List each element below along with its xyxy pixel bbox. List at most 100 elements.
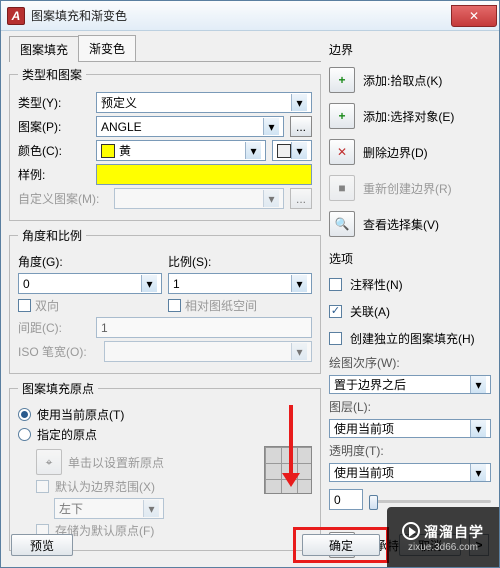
row-pattern: 图案(P): ANGLE ▾ ... (18, 116, 312, 137)
chevron-down-icon: ▾ (291, 94, 307, 111)
titlebar: A 图案填充和渐变色 ✕ (1, 1, 499, 31)
combo-trans-value: 使用当前项 (334, 464, 394, 481)
combo-draworder-value: 置于边界之后 (334, 376, 406, 393)
combo-draworder[interactable]: 置于边界之后 ▾ (329, 375, 491, 394)
combo-bgcolor[interactable]: ▾ (272, 140, 312, 161)
row-color: 颜色(C): 黄 ▾ ▾ (18, 140, 312, 161)
checkbox-icon (329, 332, 342, 345)
label-custom: 自定义图案(M): (18, 190, 108, 207)
label-relpaper: 相对图纸空间 (185, 297, 257, 314)
square-icon: ■ (338, 181, 345, 195)
checkbox-icon (329, 305, 342, 318)
chevron-down-icon: ▾ (143, 500, 159, 517)
dots-icon: ... (296, 192, 306, 206)
checkbox-icon (329, 278, 342, 291)
radio-current-origin[interactable]: 使用当前原点(T) (18, 406, 312, 423)
label-add-pick: 添加:拾取点(K) (363, 72, 442, 89)
chevron-down-icon: ▾ (263, 190, 279, 207)
combo-layer[interactable]: 使用当前项 ▾ (329, 419, 491, 438)
recreate-icon-button: ■ (329, 175, 355, 201)
chk-independent[interactable]: 创建独立的图案填充(H) (329, 330, 491, 347)
checkbox-icon (168, 299, 181, 312)
ok-button[interactable]: 确定 (302, 534, 380, 556)
x-icon: ✕ (337, 145, 347, 159)
play-icon (402, 522, 420, 540)
label-del-bound: 删除边界(D) (363, 144, 428, 161)
label-scale: 比例(S): (168, 253, 312, 270)
label-independent: 创建独立的图案填充(H) (350, 330, 475, 347)
combo-scale[interactable]: 1 ▾ (168, 273, 312, 294)
label-type: 类型(Y): (18, 94, 90, 111)
section-boundary: 边界 (329, 37, 491, 58)
label-layer: 图层(L): (329, 398, 491, 415)
combo-pattern-value: ANGLE (101, 120, 142, 134)
group-origin: 图案填充原点 使用当前原点(T) 指定的原点 ⌖ 单击以设 (9, 380, 321, 551)
watermark-name: 溜溜自学 (424, 522, 484, 542)
app-icon: A (7, 7, 25, 25)
label-default-ext: 默认为边界范围(X) (55, 478, 155, 495)
chk-assoc[interactable]: 关联(A) (329, 303, 491, 320)
row-iso: ISO 笔宽(O): ▾ (18, 341, 312, 362)
row-gap: 间距(C): 1 (18, 317, 312, 338)
sample-swatch[interactable] (96, 164, 312, 185)
radio-icon (18, 428, 31, 441)
combo-ext-value: 左下 (59, 500, 83, 517)
combo-color[interactable]: 黄 ▾ (96, 140, 266, 161)
combo-type-value: 预定义 (101, 94, 137, 111)
trans-slider[interactable] (369, 500, 491, 503)
combo-pattern[interactable]: ANGLE ▾ (96, 116, 284, 137)
label-gap: 间距(C): (18, 319, 90, 336)
view-sel-icon-button: 🔍 (329, 211, 355, 237)
chevron-down-icon: ▾ (470, 420, 486, 437)
row-custom: 自定义图案(M): ▾ ... (18, 188, 312, 209)
btn-del-bound[interactable]: ✕ 删除边界(D) (329, 139, 491, 165)
origin-icon: ⌖ (46, 455, 53, 470)
label-trans: 透明度(T): (329, 442, 491, 459)
legend-origin: 图案填充原点 (18, 380, 98, 397)
btn-add-select[interactable]: + 添加:选择对象(E) (329, 103, 491, 129)
color-swatch-icon (101, 144, 115, 158)
combo-scale-value: 1 (173, 277, 180, 291)
left-panel: 图案填充 渐变色 类型和图案 类型(Y): 预定义 ▾ 图案(P): ANGLE (9, 35, 321, 527)
preview-button[interactable]: 预览 (11, 534, 73, 556)
chk-double-wrap[interactable]: 双向 (18, 297, 162, 314)
custom-browse-button: ... (290, 188, 312, 209)
bgcolor-swatch-icon (277, 144, 291, 158)
btn-add-pick[interactable]: + 添加:拾取点(K) (329, 67, 491, 93)
combo-layer-value: 使用当前项 (334, 420, 394, 437)
combo-iso: ▾ (104, 341, 312, 362)
combo-custom: ▾ (114, 188, 284, 209)
section-options: 选项 (329, 250, 491, 267)
chevron-down-icon: ▾ (470, 464, 486, 481)
chk-annotative[interactable]: 注释性(N) (329, 276, 491, 293)
label-specified: 指定的原点 (37, 426, 97, 443)
combo-type[interactable]: 预定义 ▾ (96, 92, 312, 113)
btn-view-sel[interactable]: 🔍 查看选择集(V) (329, 211, 491, 237)
tab-bar: 图案填充 渐变色 (9, 35, 321, 62)
chk-relpaper-wrap[interactable]: 相对图纸空间 (168, 297, 312, 314)
content-area: 图案填充 渐变色 类型和图案 类型(Y): 预定义 ▾ 图案(P): ANGLE (9, 35, 491, 527)
radio-specified-origin[interactable]: 指定的原点 (18, 426, 312, 443)
tab-hatch[interactable]: 图案填充 (9, 36, 79, 62)
input-gap: 1 (96, 317, 312, 338)
tab-gradient[interactable]: 渐变色 (78, 35, 136, 61)
combo-angle[interactable]: 0 ▾ (18, 273, 162, 294)
row-anglescale-labels: 角度(G): 比例(S): (18, 253, 312, 270)
dots-icon: ... (296, 120, 306, 134)
origin-sub: ⌖ 单击以设置新原点 默认为边界范围(X) 左下 ▾ (36, 446, 312, 542)
watermark: 溜溜自学 zixue.3d66.com (387, 507, 499, 567)
combo-trans[interactable]: 使用当前项 ▾ (329, 463, 491, 482)
btn-recreate: ■ 重新创建边界(R) (329, 175, 491, 201)
row-dblrel: 双向 相对图纸空间 (18, 297, 312, 314)
dialog-window: A 图案填充和渐变色 ✕ 图案填充 渐变色 类型和图案 类型(Y): 预定义 ▾ (0, 0, 500, 568)
label-click-set: 单击以设置新原点 (68, 454, 164, 471)
chevron-down-icon: ▾ (470, 376, 486, 393)
input-trans-num[interactable]: 0 (329, 489, 363, 510)
label-iso: ISO 笔宽(O): (18, 343, 98, 360)
pattern-browse-button[interactable]: ... (290, 116, 312, 137)
chevron-down-icon: ▾ (291, 343, 307, 360)
hatch-preview-icon (264, 446, 312, 494)
checkbox-icon (36, 480, 49, 493)
close-button[interactable]: ✕ (451, 5, 497, 27)
label-view-sel: 查看选择集(V) (363, 216, 439, 233)
